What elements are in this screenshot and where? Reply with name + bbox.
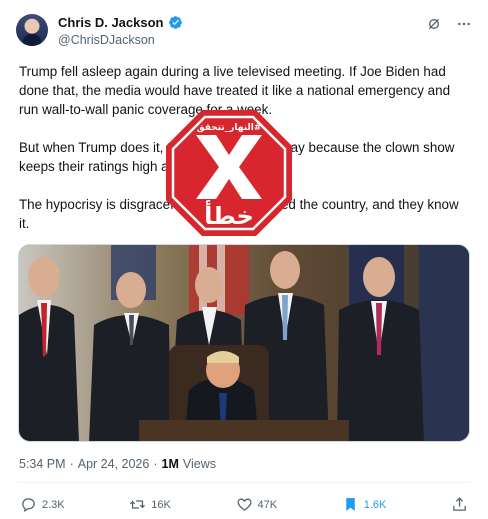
bookmark-button[interactable]: 1.6K (342, 496, 387, 513)
tweet-date[interactable]: Apr 24, 2026 (78, 457, 150, 471)
views-count: 1M (161, 457, 179, 471)
bookmark-icon (345, 498, 355, 511)
reply-button[interactable]: 2.3K (20, 496, 65, 513)
tweet-media-image[interactable] (18, 244, 470, 442)
avatar[interactable] (16, 14, 48, 46)
author-name-row: Chris D. Jackson (58, 15, 183, 30)
bookmark-count: 1.6K (363, 498, 387, 511)
tweet-time[interactable]: 5:34 PM (19, 457, 66, 471)
more-icon[interactable] (456, 16, 472, 32)
repost-button[interactable]: 16K (129, 496, 171, 513)
meta-separator: · (153, 457, 158, 471)
divider (18, 482, 470, 483)
reply-count: 2.3K (42, 498, 65, 511)
like-button[interactable]: 47K (236, 496, 278, 513)
author-handle[interactable]: @ChrisDJackson (58, 33, 155, 47)
tweet-header: Chris D. Jackson @ChrisDJackson (16, 12, 472, 52)
fact-check-stamp: النهار_تتحقق# خطأ (166, 110, 292, 236)
like-count: 47K (257, 498, 278, 511)
stamp-verdict-text: خطأ (204, 200, 254, 230)
photo-oval-office-scene (19, 245, 469, 441)
verified-badge-icon (168, 16, 182, 29)
action-bar: 2.3K 16K 47K 1.6K (20, 496, 468, 513)
author-display-name[interactable]: Chris D. Jackson (58, 15, 164, 30)
stamp-header-text: النهار_تتحقق# (197, 123, 262, 133)
views-label: Views (182, 457, 216, 471)
like-icon (236, 498, 252, 511)
meta-separator: · (69, 457, 74, 471)
repost-count: 16K (151, 498, 171, 511)
share-icon (453, 497, 466, 511)
repost-icon (130, 500, 146, 509)
header-actions (426, 16, 472, 32)
reply-icon (22, 498, 35, 513)
tweet-meta: 5:34 PM · Apr 24, 2026 · 1M Views (19, 457, 216, 471)
grok-icon[interactable] (426, 16, 442, 32)
share-button[interactable] (451, 496, 468, 513)
